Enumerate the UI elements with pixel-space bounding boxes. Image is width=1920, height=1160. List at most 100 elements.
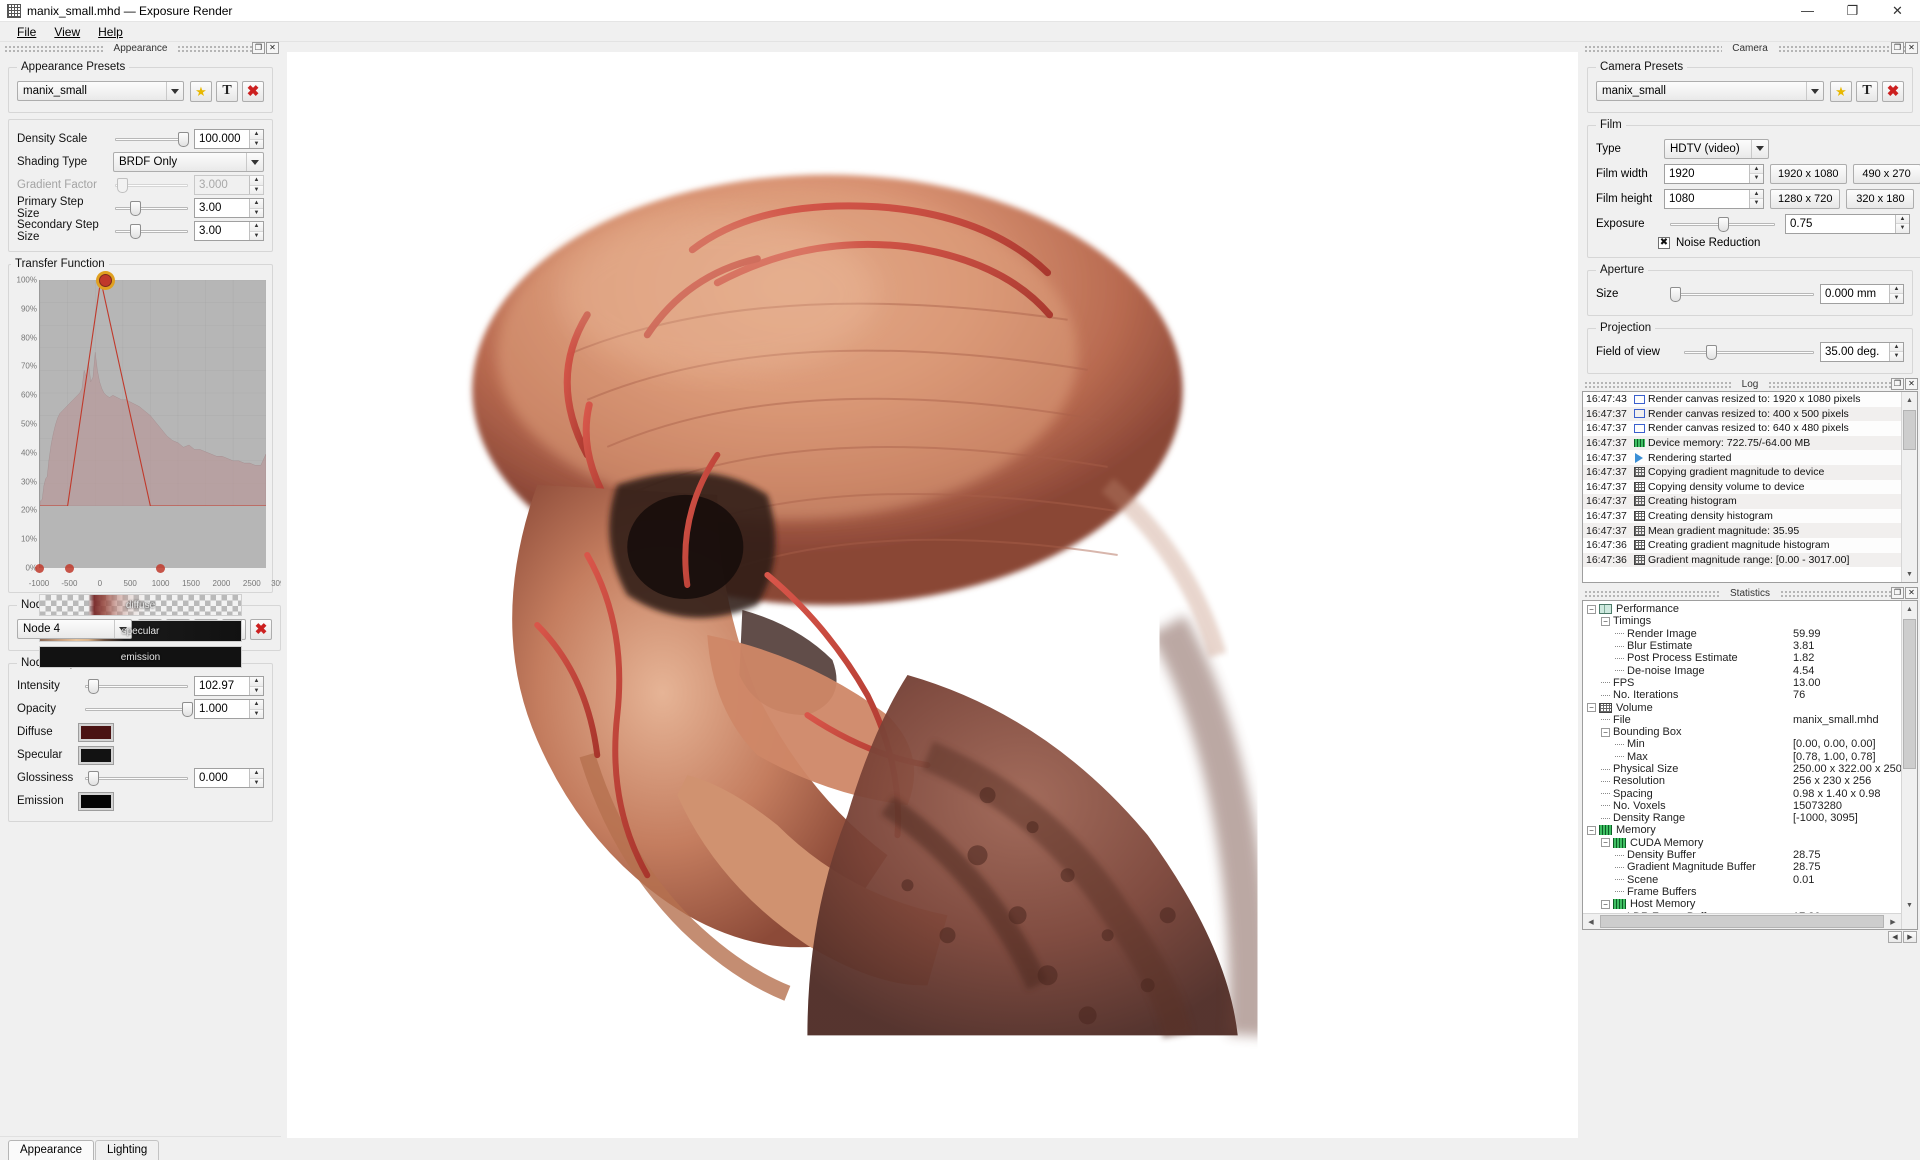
float-icon[interactable]: ❐ — [1891, 587, 1904, 599]
slider-handle[interactable] — [177, 132, 189, 147]
maximize-icon[interactable]: ❐ — [1830, 0, 1875, 21]
spin-up-icon[interactable]: ▲ — [250, 700, 263, 710]
spin-up-icon[interactable]: ▲ — [1750, 164, 1763, 174]
slider-handle[interactable] — [1718, 216, 1730, 232]
spin-up-icon[interactable]: ▲ — [250, 677, 263, 687]
transfer-node-marker[interactable] — [156, 563, 166, 573]
slider-handle[interactable] — [88, 771, 100, 786]
close-panel-icon[interactable]: ✕ — [1905, 42, 1918, 54]
primary-step-size-slider[interactable] — [115, 199, 188, 217]
spin-down-icon[interactable]: ▼ — [1896, 224, 1909, 233]
statistics-tree-row[interactable]: No. Voxels 15073280 — [1583, 800, 1901, 812]
transfer-node-marker-selected[interactable] — [99, 273, 113, 287]
spin-buttons[interactable]: ▲ ▼ — [1749, 164, 1763, 183]
tree-collapse-icon[interactable]: − — [1601, 899, 1610, 909]
film-height-spinbox[interactable]: 1080 ▲ ▼ — [1664, 188, 1764, 209]
scroll-down-icon[interactable]: ▼ — [1902, 566, 1917, 582]
film-type-combo[interactable]: HDTV (video) — [1664, 138, 1769, 159]
statistics-vertical-scrollbar[interactable]: ▲ ▼ — [1901, 601, 1917, 929]
transfer-function-chart[interactable]: 0% 10% 20% 30% 40% 50% 60% 70% 80% 90% 100% -1000 -… — [11, 272, 281, 590]
shading-type-combo[interactable]: BRDF Only — [113, 152, 264, 172]
resolution-preset-320x180[interactable]: 320 x 180 — [1846, 188, 1915, 209]
primary-step-size-spinbox[interactable]: 3.00 ▲ ▼ — [194, 198, 264, 218]
close-panel-icon[interactable]: ✕ — [1905, 378, 1918, 390]
statistics-tree-row[interactable]: Post Process Estimate 1.82 — [1583, 652, 1901, 664]
secondary-step-size-slider[interactable] — [115, 222, 188, 240]
scroll-thumb[interactable] — [1903, 619, 1916, 769]
opacity-slider[interactable] — [85, 700, 193, 718]
float-icon[interactable]: ❐ — [1891, 42, 1904, 54]
tree-collapse-icon[interactable]: − — [1587, 703, 1596, 713]
statistics-tree-row[interactable]: − Bounding Box — [1583, 726, 1901, 738]
statistics-tree-row[interactable]: Min [0.00, 0.00, 0.00] — [1583, 738, 1901, 750]
statistics-tree-row[interactable]: Max [0.78, 1.00, 0.78] — [1583, 751, 1901, 763]
spin-buttons[interactable]: ▲ ▼ — [249, 222, 263, 240]
render-viewport[interactable] — [287, 52, 1578, 1138]
intensity-spinbox[interactable]: 102.97 ▲ ▼ — [194, 676, 264, 696]
spin-up-icon[interactable]: ▲ — [1750, 189, 1763, 199]
spin-buttons[interactable]: ▲ ▼ — [249, 700, 263, 718]
diffuse-color-swatch[interactable] — [78, 722, 114, 742]
slider-handle[interactable] — [130, 224, 142, 239]
tree-collapse-icon[interactable]: − — [1601, 616, 1610, 626]
spin-up-icon[interactable]: ▲ — [250, 199, 263, 209]
log-entry-row[interactable]: 16:47:43 Render canvas resized to: 1920 x… — [1583, 392, 1901, 407]
film-width-spinbox[interactable]: 1920 ▲ ▼ — [1664, 163, 1764, 184]
delete-camera-preset-button[interactable]: ✖ — [1882, 80, 1904, 102]
float-icon[interactable]: ❐ — [252, 42, 265, 54]
spin-buttons[interactable]: ▲ ▼ — [1895, 214, 1909, 233]
close-panel-icon[interactable]: ✕ — [1905, 587, 1918, 599]
log-entry-row[interactable]: 16:47:36 Gradient magnitude range: [0.00 … — [1583, 552, 1901, 568]
scroll-down-icon[interactable]: ▼ — [1902, 897, 1917, 913]
spin-buttons[interactable]: ▲ ▼ — [249, 130, 263, 148]
spin-down-icon[interactable]: ▼ — [1890, 294, 1903, 303]
resolution-preset-490x270[interactable]: 490 x 270 — [1852, 163, 1920, 184]
statistics-tree-row[interactable]: Blur Estimate 3.81 — [1583, 640, 1901, 652]
tree-collapse-icon[interactable]: − — [1601, 838, 1610, 848]
spin-buttons[interactable]: ▲ ▼ — [1889, 342, 1903, 361]
field-of-view-slider[interactable] — [1684, 343, 1814, 361]
transfer-node-marker[interactable] — [34, 563, 44, 573]
density-scale-spinbox[interactable]: 100.000 ▲ ▼ — [194, 129, 264, 149]
spin-buttons[interactable]: ▲ ▼ — [249, 677, 263, 695]
statistics-tree-row[interactable]: Physical Size 250.00 x 322.00 x 250.00 — [1583, 763, 1901, 775]
statistics-tree-row[interactable]: − Volume — [1583, 701, 1901, 714]
statistics-tree[interactable]: − Performance − Timings Render Image 59.99 Blu… — [1583, 601, 1901, 913]
tree-collapse-icon[interactable]: − — [1587, 604, 1596, 614]
aperture-size-slider[interactable] — [1670, 285, 1814, 303]
rename-camera-preset-button[interactable]: T — [1856, 80, 1878, 102]
scroll-right-icon[interactable]: ▶ — [1885, 914, 1901, 930]
spin-buttons[interactable]: ▲ ▼ — [1889, 284, 1903, 303]
spin-up-icon[interactable]: ▲ — [250, 130, 263, 140]
glossiness-slider[interactable] — [85, 769, 188, 787]
statistics-tree-row[interactable]: − Timings — [1583, 615, 1901, 627]
tree-collapse-icon[interactable]: − — [1601, 727, 1610, 737]
delete-preset-button[interactable]: ✖ — [242, 80, 264, 102]
mini-scroll-right-icon[interactable]: ▶ — [1903, 931, 1917, 943]
delete-node-button[interactable]: ✖ — [250, 618, 272, 640]
mini-scroll-left-icon[interactable]: ◀ — [1888, 931, 1902, 943]
statistics-tree-row[interactable]: FPS 13.00 — [1583, 677, 1901, 689]
spin-down-icon[interactable]: ▼ — [250, 231, 263, 240]
scroll-up-icon[interactable]: ▲ — [1902, 392, 1917, 408]
spin-buttons[interactable]: ▲ ▼ — [249, 769, 263, 787]
slider-handle[interactable] — [88, 679, 100, 694]
statistics-horizontal-scrollbar[interactable]: ◀ ▶ — [1583, 913, 1901, 929]
log-list[interactable]: 16:47:43 Render canvas resized to: 1920 x… — [1583, 392, 1901, 582]
node-select-combo[interactable]: Node 4 — [17, 619, 132, 639]
save-camera-preset-button[interactable]: ★ — [1830, 80, 1852, 102]
spin-down-icon[interactable]: ▼ — [250, 778, 263, 787]
statistics-tree-box[interactable]: − Performance − Timings Render Image 59.99 Blu… — [1582, 600, 1918, 930]
spin-down-icon[interactable]: ▼ — [1890, 352, 1903, 361]
spin-down-icon[interactable]: ▼ — [1750, 174, 1763, 183]
emission-color-swatch[interactable] — [78, 791, 114, 811]
statistics-tree-row[interactable]: Gradient Magnitude Buffer 28.75 — [1583, 861, 1901, 873]
close-icon[interactable]: ✕ — [1875, 0, 1920, 21]
slider-handle[interactable] — [130, 201, 142, 216]
secondary-step-size-spinbox[interactable]: 3.00 ▲ ▼ — [194, 221, 264, 241]
spin-up-icon[interactable]: ▲ — [1890, 284, 1903, 294]
menu-file[interactable]: File — [8, 23, 45, 41]
resolution-preset-1280x720[interactable]: 1280 x 720 — [1770, 188, 1841, 209]
spin-down-icon[interactable]: ▼ — [250, 686, 263, 695]
noise-reduction-checkbox[interactable]: ✖ — [1658, 237, 1670, 249]
